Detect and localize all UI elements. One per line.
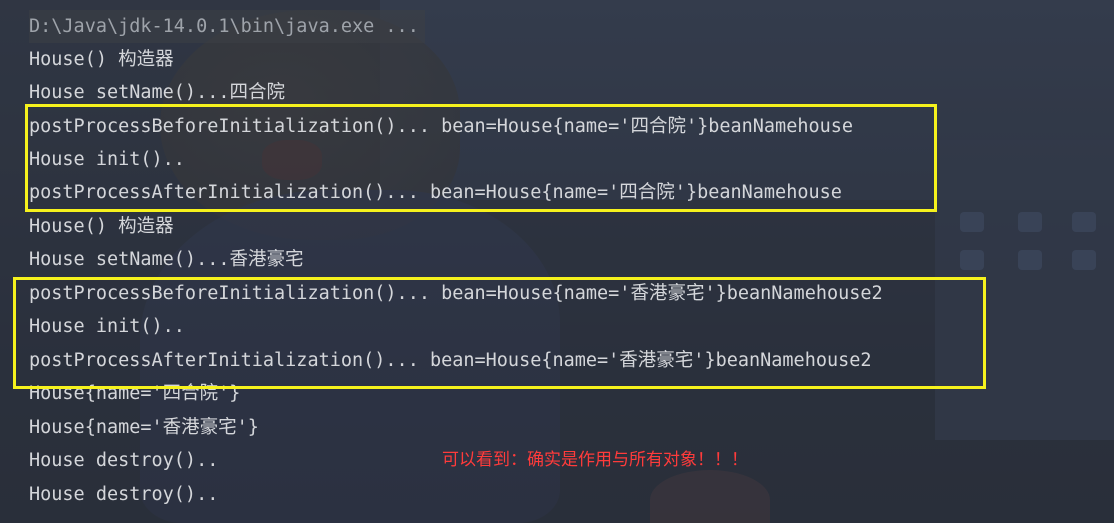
console-line: House() 构造器 [29, 216, 174, 237]
console-line: House{name='香港豪宅'} [29, 417, 259, 438]
console-line: postProcessAfterInitialization()... bean… [29, 350, 872, 371]
run-console-output[interactable]: D:\Java\jdk-14.0.1\bin\java.exe ... Hous… [0, 0, 1114, 523]
console-line: House setName()...四合院 [29, 82, 285, 103]
console-command-line[interactable]: D:\Java\jdk-14.0.1\bin\java.exe ... [29, 10, 425, 43]
annotation-note: 可以看到：确实是作用与所有对象！！！ [442, 450, 748, 470]
console-line: House init().. [29, 316, 185, 337]
console-line: postProcessBeforeInitialization()... bea… [29, 283, 883, 304]
console-line: House{name='四合院'} [29, 383, 241, 404]
console-line: postProcessAfterInitialization()... bean… [29, 182, 842, 203]
console-line: House() 构造器 [29, 49, 174, 70]
console-line: postProcessBeforeInitialization()... bea… [29, 116, 854, 137]
console-line: House destroy().. [29, 450, 219, 471]
console-line: House setName()...香港豪宅 [29, 249, 304, 270]
console-line: House init().. [29, 149, 185, 170]
console-line: House destroy().. [29, 484, 219, 505]
